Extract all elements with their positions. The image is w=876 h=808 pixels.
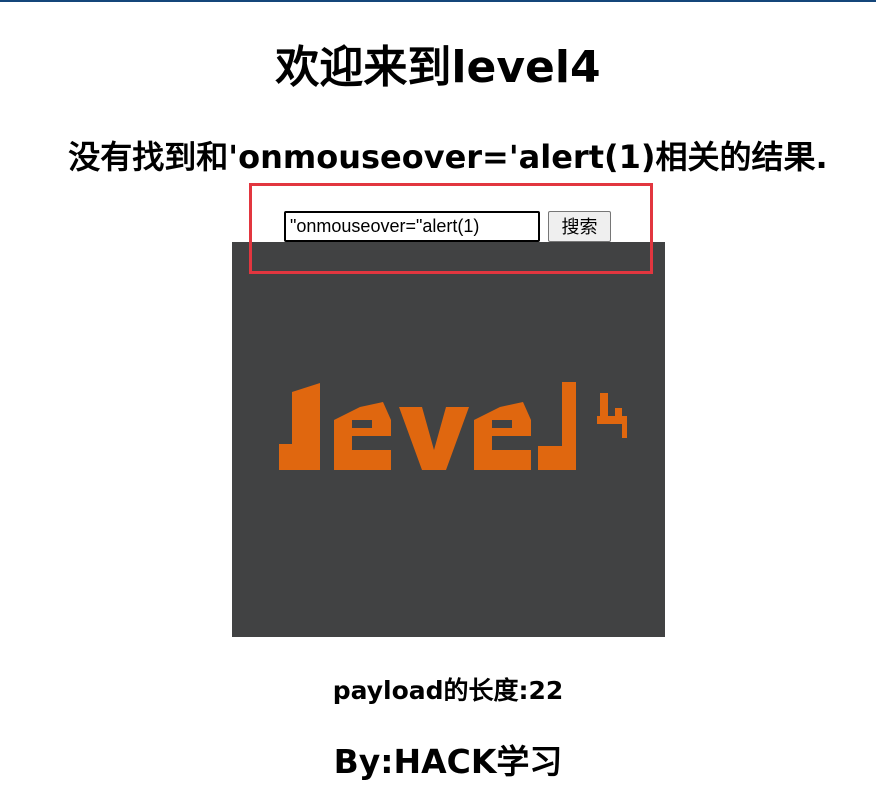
search-button[interactable]: 搜索 bbox=[548, 210, 611, 242]
page-title: 欢迎来到level4 bbox=[275, 42, 601, 93]
search-result-heading: 没有找到和'onmouseover='alert(1)相关的结果. bbox=[68, 138, 828, 176]
level4-logo-graphic bbox=[279, 382, 627, 470]
level4-logo-mark bbox=[279, 382, 627, 470]
search-input[interactable] bbox=[284, 210, 540, 242]
payload-length-text: payload的长度:22 bbox=[332, 676, 564, 705]
footer-credit: By:HACK学习 bbox=[333, 742, 563, 781]
level4-logo-image bbox=[232, 242, 665, 637]
top-border-line bbox=[0, 0, 876, 2]
search-form: 搜索 bbox=[284, 210, 611, 242]
